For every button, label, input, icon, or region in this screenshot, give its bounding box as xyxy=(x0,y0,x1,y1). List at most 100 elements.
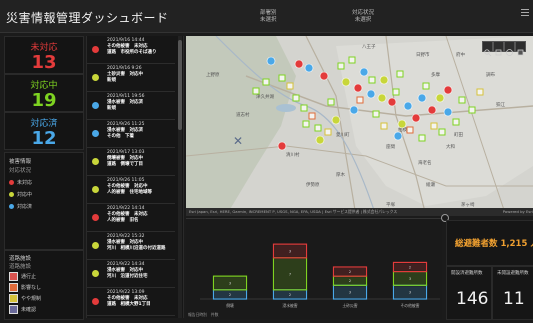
road-legend-panel: 道路施設 道路施設 通行止 影響なし やや規制 未確認 xyxy=(4,250,84,320)
feed-item[interactable]: 2021/9/11 19:56 浸水被害 対応済 新規 xyxy=(87,92,175,120)
incident-marker[interactable] xyxy=(397,119,407,129)
chart-data-label: 3 xyxy=(409,277,411,281)
facility-marker[interactable] xyxy=(452,118,460,126)
incident-marker[interactable] xyxy=(379,75,389,85)
legend-item-in-progress[interactable]: 対応中 xyxy=(9,191,32,198)
feed-item-text: 2021/9/26 11:25 浸水被害 対応済 その他 下着 xyxy=(107,122,144,141)
facility-marker[interactable] xyxy=(292,94,300,102)
incident-marker[interactable] xyxy=(341,77,351,87)
incident-feed[interactable]: 2021/9/16 14:44 その他被害 未対応 道路 市役所のそば通り 2021/… xyxy=(86,36,184,318)
facility-marker[interactable] xyxy=(406,126,414,134)
status-legend-panel: 被害情報 対応状況 未対応 対応中 対応済 xyxy=(4,152,84,250)
header-filter-department-value: 未選択 xyxy=(260,17,277,23)
incident-marker[interactable] xyxy=(435,93,445,103)
facility-marker[interactable] xyxy=(356,96,364,104)
facility-marker[interactable] xyxy=(300,104,308,112)
incident-marker[interactable] xyxy=(349,105,359,115)
legend-item-completed[interactable]: 対応済 xyxy=(9,203,32,210)
facility-marker[interactable] xyxy=(458,96,466,104)
facility-marker[interactable] xyxy=(278,74,286,82)
incident-marker[interactable] xyxy=(377,93,387,103)
feed-item[interactable]: 2021/9/26 11:25 浸水被害 対応済 その他 下着 xyxy=(87,120,175,148)
status-dot-icon xyxy=(92,102,99,109)
incident-marker[interactable] xyxy=(417,93,427,103)
facility-marker[interactable] xyxy=(302,120,310,128)
incident-marker[interactable] xyxy=(387,97,397,107)
incident-marker[interactable] xyxy=(443,107,453,117)
facility-marker[interactable] xyxy=(314,124,322,132)
incident-marker[interactable] xyxy=(393,131,403,141)
incident-marker[interactable] xyxy=(403,101,413,111)
damage-chart[interactable]: 2 3 倒壊 2 7 3 浸水被害 3 2 2 土砂災害 3 3 2 その他被害 xyxy=(186,219,442,319)
incident-marker[interactable] xyxy=(411,113,421,123)
incident-marker[interactable] xyxy=(359,67,369,77)
facility-marker[interactable] xyxy=(396,70,404,78)
menu-icon[interactable] xyxy=(521,9,529,16)
incident-marker[interactable] xyxy=(366,89,376,99)
feed-item[interactable]: 2021/9/16 14:44 その他被害 未対応 道路 市役所のそば通り xyxy=(87,36,175,64)
facility-marker[interactable] xyxy=(418,134,426,142)
facility-marker[interactable] xyxy=(308,112,316,120)
legend-item-road-unknown[interactable]: 未確認 xyxy=(9,305,36,314)
feed-item[interactable]: 2021/9/17 13:03 倒壊被害 対応中 道路 倒壊で丁目 xyxy=(87,148,175,176)
facility-marker[interactable] xyxy=(476,88,484,96)
facility-marker[interactable] xyxy=(430,122,438,130)
facility-marker[interactable] xyxy=(286,82,294,90)
feed-item[interactable]: 2021/9/22 14:14 その他被害 未対応 人的被害 旧名 xyxy=(87,204,175,232)
incident-marker[interactable] xyxy=(427,105,437,115)
incident-marker[interactable] xyxy=(266,56,276,66)
feed-item-text: 2021/9/22 15:32 浸水被害 対応中 河川 相模川沿道の付近道路 xyxy=(107,234,166,253)
incident-marker[interactable] xyxy=(294,59,304,69)
feed-item[interactable]: 2021/9/16 9:26 土砂災害 対応中 新規 xyxy=(87,64,175,92)
header-filter-status[interactable]: 対応状況 未選択 xyxy=(352,10,374,24)
feed-scroll-thumb[interactable] xyxy=(178,40,182,130)
facility-marker[interactable] xyxy=(348,56,356,64)
svg-text:✕: ✕ xyxy=(233,134,243,148)
status-dot-icon xyxy=(92,158,99,165)
chart-data-label: 3 xyxy=(289,250,291,254)
status-dot-icon xyxy=(92,270,99,277)
feed-item[interactable]: 2021/9/26 11:05 その他被害 対応中 人的被害 住宅地域等 xyxy=(87,176,175,204)
map-view[interactable]: ✕ 八王子 多摩 町田 相模原 厚木 海老名 大和 座間 綾瀬 伊勢原 平塚 茅ヶ崎 清川村 愛川町 上野原… xyxy=(186,36,533,216)
map-basemap-button[interactable] xyxy=(504,41,515,56)
total-evacuees-label: 総避難者数 xyxy=(455,239,498,249)
map-fullscreen-button[interactable] xyxy=(515,41,526,56)
incident-marker[interactable] xyxy=(315,135,325,145)
incident-marker[interactable] xyxy=(443,85,453,95)
facility-marker[interactable] xyxy=(337,62,345,70)
incident-marker[interactable] xyxy=(331,115,341,125)
feed-item[interactable]: 2021/9/22 13:09 その他被害 未対応 道路 相模大野1丁目 xyxy=(87,288,175,316)
facility-marker[interactable] xyxy=(252,87,260,95)
facility-marker[interactable] xyxy=(327,98,335,106)
facility-marker[interactable] xyxy=(324,128,332,136)
map-layers-button[interactable] xyxy=(493,41,504,56)
legend-item-unhandled[interactable]: 未対応 xyxy=(9,179,32,186)
map-canvas[interactable]: ✕ 八王子多摩町田相模原厚木海老名大和座間綾瀬伊勢原平塚 茅ヶ崎清川村愛川町上野原… xyxy=(186,36,533,216)
map-search-button[interactable] xyxy=(482,41,493,57)
facility-marker[interactable] xyxy=(368,76,376,84)
facility-marker[interactable] xyxy=(422,82,430,90)
page-title: 災害情報管理ダッシュボード xyxy=(6,11,169,25)
facility-marker[interactable] xyxy=(438,128,446,136)
legend-item-road-closed[interactable]: 通行止 xyxy=(9,272,36,281)
incident-marker[interactable] xyxy=(277,141,287,151)
chart-x-tick-label: 浸水被害 xyxy=(282,303,297,308)
incident-marker[interactable] xyxy=(304,63,314,73)
legend-item-road-ok[interactable]: 影響なし xyxy=(9,283,41,292)
header-filter-status-label: 対応状況 xyxy=(352,10,375,16)
kpi-unhandled-value: 13 xyxy=(31,52,57,73)
facility-marker[interactable] xyxy=(392,88,400,96)
incident-marker[interactable] xyxy=(353,83,363,93)
kpi-in-progress: 対応中 19 xyxy=(4,74,84,112)
map-place-label: 愛川町 xyxy=(336,131,350,138)
chart-footer: 報告日時別 件数 xyxy=(188,312,219,317)
feed-item[interactable]: 2021/9/22 15:32 浸水被害 対応中 河川 相模川沿道の付近道路 xyxy=(87,232,175,260)
legend-item-road-partial[interactable]: やや規制 xyxy=(9,294,41,303)
header-filter-department[interactable]: 部署別 未選択 xyxy=(260,10,277,24)
facility-marker[interactable] xyxy=(372,110,380,118)
facility-marker[interactable] xyxy=(380,122,388,130)
incident-marker[interactable] xyxy=(319,71,329,81)
facility-marker[interactable] xyxy=(468,106,476,114)
feed-item[interactable]: 2021/9/22 14:34 浸水被害 対応中 河川 沿道付近住宅 xyxy=(87,260,175,288)
facility-marker[interactable] xyxy=(262,78,270,86)
